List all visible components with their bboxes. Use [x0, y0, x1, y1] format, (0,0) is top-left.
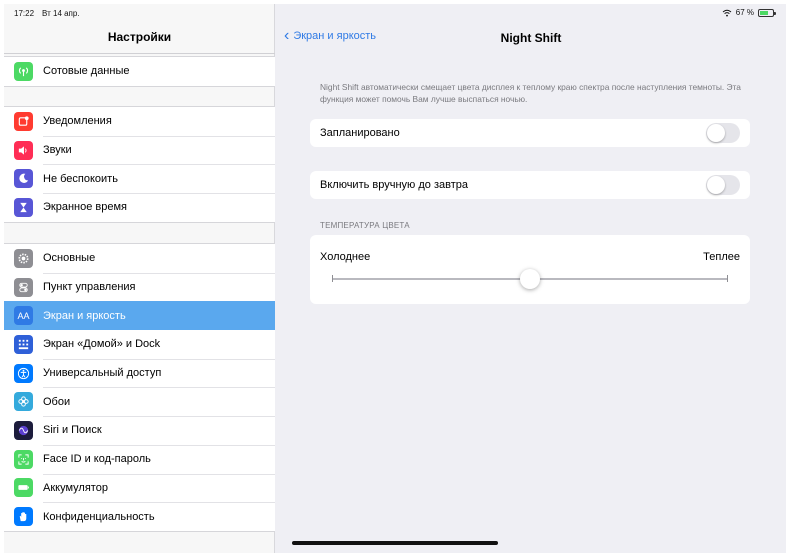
- sidebar-item-label: Уведомления: [43, 115, 112, 128]
- sidebar-item-face-id[interactable]: Face ID и код-пароль: [4, 444, 275, 474]
- warmer-label: Теплее: [703, 251, 740, 263]
- sidebar-item-do-not-disturb[interactable]: Не беспокоить: [4, 164, 275, 193]
- notifications-icon: [14, 111, 33, 131]
- sidebar-item-privacy[interactable]: Конфиденциальность: [4, 502, 275, 531]
- battery-status-icon: [758, 8, 776, 17]
- hand-icon: [14, 507, 33, 527]
- grid-icon: [14, 334, 33, 354]
- status-bar: 17:22 Вт 14 апр. 67 %: [4, 4, 786, 22]
- sidebar-item-label: Универсальный доступ: [43, 367, 162, 380]
- sidebar-item-label: Аккумулятор: [43, 481, 108, 494]
- face-id-icon: [14, 449, 33, 469]
- settings-sidebar: Настройки Сотовые данные Уведомления Зву…: [4, 4, 275, 553]
- sidebar-item-screen-time[interactable]: Экранное время: [4, 193, 275, 222]
- sidebar-item-label: Siri и Поиск: [43, 424, 102, 437]
- status-left: 17:22 Вт 14 апр.: [14, 9, 80, 18]
- toggles-icon: [14, 277, 33, 297]
- sidebar-item-wallpaper[interactable]: Обои: [4, 387, 275, 416]
- manual-card: Включить вручную до завтра: [310, 171, 750, 199]
- ipad-screen: Настройки Сотовые данные Уведомления Зву…: [4, 4, 786, 553]
- wifi-icon: [722, 9, 732, 17]
- sidebar-item-cellular[interactable]: Сотовые данные: [4, 57, 275, 86]
- hourglass-icon: [14, 197, 33, 217]
- siri-icon: [14, 420, 33, 440]
- temperature-card: Холоднее Теплее: [310, 235, 750, 304]
- gear-icon: [14, 248, 33, 268]
- night-shift-pane: ‹ Экран и яркость Night Shift Night Shif…: [276, 4, 786, 553]
- night-shift-description: Night Shift автоматически смещает цвета …: [320, 82, 741, 104]
- slider-labels: Холоднее Теплее: [310, 235, 750, 263]
- sidebar-item-label: Экран «Домой» и Dock: [43, 338, 161, 351]
- slider-thumb[interactable]: [520, 269, 540, 289]
- sidebar-item-sounds[interactable]: Звуки: [4, 135, 275, 165]
- manual-row[interactable]: Включить вручную до завтра: [310, 171, 750, 199]
- sidebar-item-label: Пункт управления: [43, 281, 136, 294]
- sidebar-item-label: Face ID и код-пароль: [43, 453, 151, 466]
- moon-icon: [14, 169, 33, 189]
- status-right: 67 %: [722, 8, 776, 17]
- sidebar-group-2: Уведомления Звуки Не беспокоить Экранное…: [4, 106, 275, 223]
- manual-label: Включить вручную до завтра: [320, 179, 468, 191]
- home-indicator[interactable]: [292, 541, 498, 545]
- temperature-slider[interactable]: [332, 269, 728, 289]
- page-title: Night Shift: [500, 31, 562, 45]
- scheduled-toggle[interactable]: [706, 123, 740, 143]
- scheduled-label: Запланировано: [320, 127, 400, 139]
- slider-tick-end: [727, 275, 728, 282]
- text-size-icon: AA: [14, 306, 33, 326]
- antenna-icon: [14, 61, 33, 81]
- toggle-knob: [707, 176, 725, 194]
- manual-toggle[interactable]: [706, 175, 740, 195]
- sidebar-item-label: Звуки: [43, 144, 72, 157]
- sidebar-item-label: Не беспокоить: [43, 172, 118, 185]
- speaker-icon: [14, 140, 33, 160]
- sidebar-item-label: Обои: [43, 395, 71, 408]
- sidebar-item-accessibility[interactable]: Универсальный доступ: [4, 358, 275, 388]
- sidebar-item-notifications[interactable]: Уведомления: [4, 107, 275, 136]
- sidebar-group-3: Основные Пункт управления AA Экран и ярк…: [4, 243, 275, 532]
- battery-icon: [14, 478, 33, 498]
- sidebar-item-label: Основные: [43, 252, 96, 265]
- sidebar-item-label: Конфиденциальность: [43, 510, 155, 523]
- sidebar-item-display-brightness[interactable]: AA Экран и яркость: [4, 301, 275, 331]
- sidebar-item-control-center[interactable]: Пункт управления: [4, 272, 275, 302]
- accessibility-icon: [14, 363, 33, 383]
- battery-level: [760, 10, 768, 15]
- flower-icon: [14, 392, 33, 412]
- status-time: 17:22: [14, 9, 35, 18]
- sidebar-group-1: Сотовые данные: [4, 56, 275, 87]
- battery-percent: 67 %: [735, 8, 754, 17]
- scheduled-row[interactable]: Запланировано: [310, 119, 750, 147]
- sidebar-item-label: Сотовые данные: [43, 65, 130, 78]
- sidebar-title: Настройки: [107, 30, 172, 44]
- sidebar-divider: [4, 53, 275, 54]
- sidebar-item-battery[interactable]: Аккумулятор: [4, 473, 275, 503]
- slider-tick-start: [332, 275, 333, 282]
- sidebar-item-general[interactable]: Основные: [4, 244, 275, 273]
- sidebar-item-siri-search[interactable]: Siri и Поиск: [4, 416, 275, 445]
- scheduled-card: Запланировано: [310, 119, 750, 147]
- sidebar-item-label: Экран и яркость: [43, 309, 126, 322]
- sidebar-item-home-screen-dock[interactable]: Экран «Домой» и Dock: [4, 330, 275, 359]
- cooler-label: Холоднее: [320, 251, 371, 263]
- temperature-section-header: ТЕМПЕРАТУРА ЦВЕТА: [320, 221, 410, 230]
- status-date: Вт 14 апр.: [42, 9, 80, 18]
- text-size-glyph: AA: [17, 310, 30, 321]
- toggle-knob: [707, 124, 725, 142]
- sidebar-item-label: Экранное время: [43, 201, 127, 214]
